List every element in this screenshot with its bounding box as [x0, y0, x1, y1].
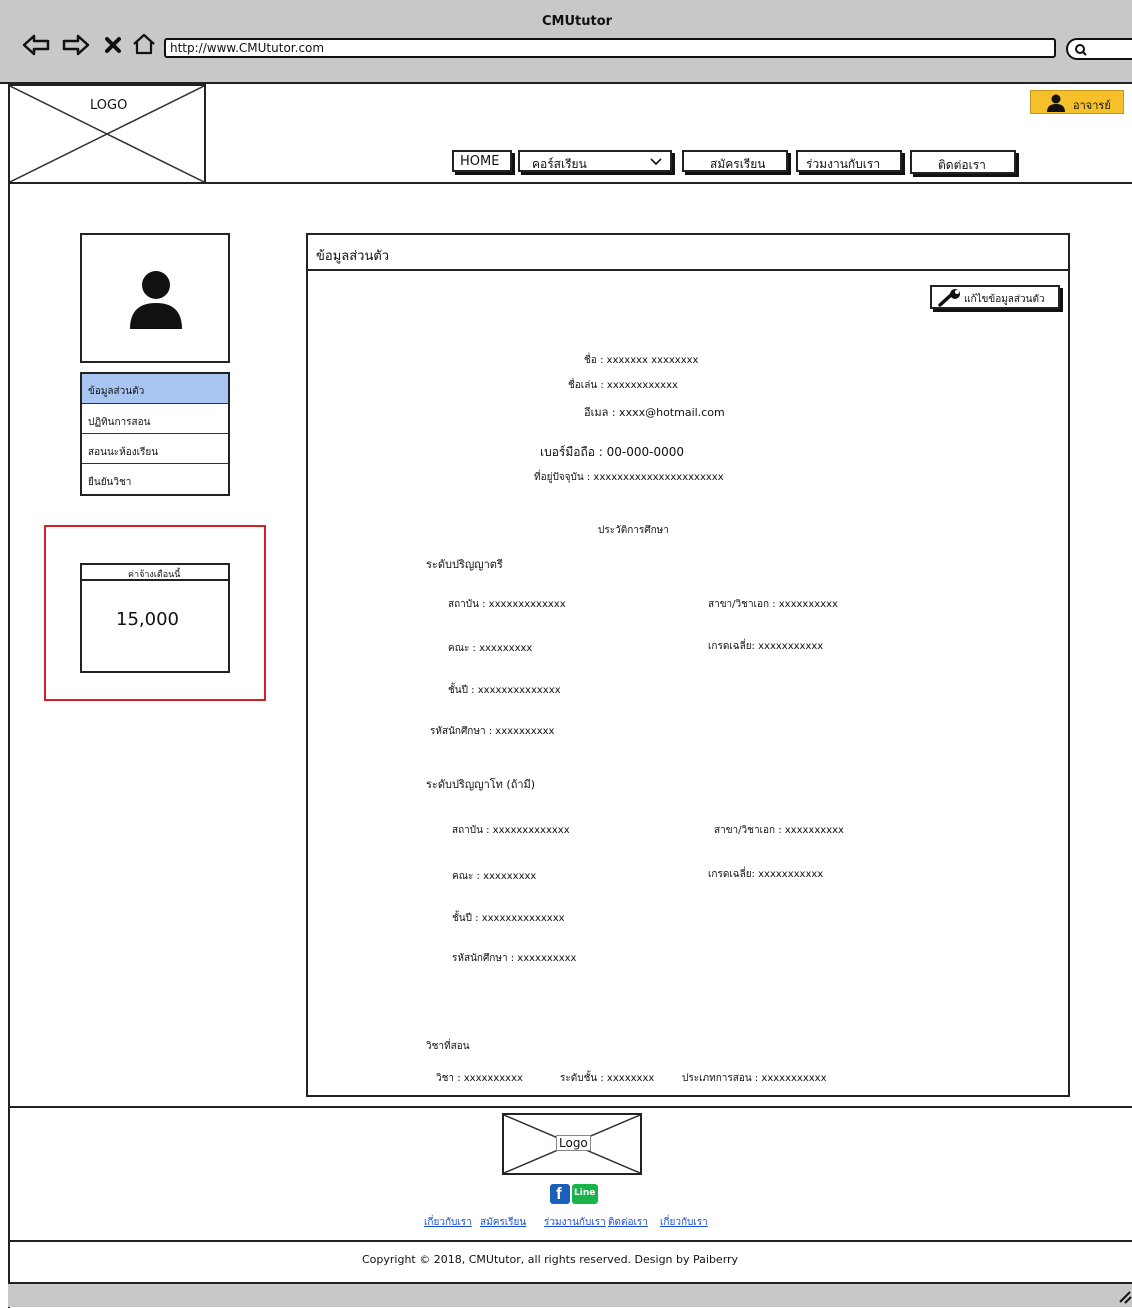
bachelor-faculty: คณะ : xxxxxxxxx: [448, 643, 533, 654]
footer-link-contact[interactable]: ติดต่อเรา: [608, 1215, 648, 1230]
panel-header: ข้อมูลส่วนตัว: [308, 235, 1068, 271]
home-icon[interactable]: [132, 33, 156, 55]
address-bar[interactable]: http://www.CMUtutor.com: [164, 38, 1056, 58]
nav-contact-label: ติดต่อเรา: [938, 158, 986, 172]
header-logo: LOGO: [8, 84, 206, 184]
wrench-icon: [938, 289, 960, 307]
master-institution: สถาบัน : xxxxxxxxxxxxx: [452, 825, 570, 836]
logo-label: LOGO: [88, 98, 130, 113]
footer-divider: [8, 1106, 1132, 1108]
line-icon[interactable]: Line: [572, 1184, 598, 1204]
status-bar: [8, 1282, 1132, 1307]
address-url: http://www.CMUtutor.com: [170, 41, 325, 55]
nav-partner-label: ร่วมงานกับเรา: [806, 157, 881, 171]
line-icon-label: Line: [574, 1188, 596, 1198]
edit-profile-button[interactable]: แก้ไขข้อมูลส่วนตัว: [930, 285, 1060, 309]
teaching-type: ประเภทการสอน : xxxxxxxxxxx: [682, 1073, 827, 1084]
bachelor-student-id: รหัสนักศึกษา : xxxxxxxxxx: [430, 726, 555, 737]
profile-address: ที่อยู่ปัจจุบัน : xxxxxxxxxxxxxxxxxxxxxx: [534, 472, 724, 483]
nav-home-label: HOME: [460, 154, 500, 169]
education-heading: ประวัติการศึกษา: [598, 525, 669, 536]
close-icon[interactable]: [104, 36, 122, 54]
sidebar-item-confirm[interactable]: ยืนยันวิชา: [82, 464, 228, 494]
forward-icon[interactable]: [62, 34, 90, 56]
sidebar-item-label: ยืนยันวิชา: [88, 477, 132, 488]
nav-courses-dropdown[interactable]: คอร์สเรียน: [518, 150, 672, 172]
bachelor-year: ชั้นปี : xxxxxxxxxxxxxx: [448, 685, 561, 696]
nav-partner[interactable]: ร่วมงานกับเรา: [796, 150, 902, 172]
footer-link-about[interactable]: เกี่ยวกับเรา: [424, 1215, 472, 1230]
sidebar-item-label: สอนนะห้องเรียน: [88, 447, 159, 458]
footer-link-about-2[interactable]: เกี่ยวกับเรา: [660, 1215, 708, 1230]
teaching-level: ระดับชั้น : xxxxxxxx: [560, 1073, 655, 1084]
user-icon: [1047, 94, 1065, 112]
nav-apply-label: สมัครเรียน: [710, 157, 766, 171]
search-box[interactable]: [1066, 38, 1132, 60]
bachelor-heading: ระดับปริญญาตรี: [426, 558, 503, 571]
profile-panel: ข้อมูลส่วนตัว แก้ไขข้อมูลส่วนตัว ชื่อ : …: [306, 233, 1070, 1097]
master-gpa: เกรดเฉลี่ย: xxxxxxxxxxx: [708, 869, 824, 880]
sidebar-item-classroom[interactable]: สอนนะห้องเรียน: [82, 434, 228, 464]
profile-photo: [80, 233, 230, 363]
sidebar-menu: ข้อมูลส่วนตัว ปฏิทินการสอน สอนนะห้องเรีย…: [80, 372, 230, 496]
edit-profile-label: แก้ไขข้อมูลส่วนตัว: [964, 294, 1045, 305]
window-title: CMUtutor: [542, 14, 613, 29]
footer-link-apply[interactable]: สมัครเรียน: [480, 1215, 526, 1230]
profile-name: ชื่อ : xxxxxxx xxxxxxxx: [584, 355, 699, 366]
facebook-icon[interactable]: f: [550, 1184, 570, 1204]
profile-phone: เบอร์มือถือ : 00-000-0000: [540, 445, 685, 459]
master-faculty: คณะ : xxxxxxxxx: [452, 871, 537, 882]
back-icon[interactable]: [22, 34, 50, 56]
master-year: ชั้นปี : xxxxxxxxxxxxxx: [452, 913, 565, 924]
footer-logo: Logo: [502, 1113, 642, 1175]
user-button[interactable]: อาจารย์: [1030, 90, 1124, 114]
income-card-header: ค่าจ้างเดือนนี้: [82, 565, 228, 581]
body-frame: [8, 184, 10, 1308]
income-card: ค่าจ้างเดือนนี้ 15,000: [80, 563, 230, 673]
master-heading: ระดับปริญญาโท (ถ้ามี): [426, 778, 536, 791]
profile-nickname: ชื่อเล่น : xxxxxxxxxxxx: [568, 380, 678, 391]
footer-link-partner[interactable]: ร่วมงานกับเรา: [544, 1215, 606, 1230]
search-icon: [1075, 44, 1087, 56]
bachelor-gpa: เกรดเฉลี่ย: xxxxxxxxxxx: [708, 641, 824, 652]
chevron-down-icon: [650, 158, 662, 166]
copyright-bar: [8, 1240, 1132, 1242]
teaching-subject: วิชา : xxxxxxxxxx: [436, 1073, 523, 1084]
nav-home[interactable]: HOME: [452, 150, 512, 172]
bachelor-institution: สถาบัน : xxxxxxxxxxxxx: [448, 599, 566, 610]
resize-handle-icon[interactable]: [1118, 1288, 1132, 1304]
sidebar-item-label: ปฏิทินการสอน: [88, 417, 151, 428]
copyright-text: Copyright © 2018, CMUtutor, all rights r…: [362, 1253, 739, 1266]
master-student-id: รหัสนักศึกษา : xxxxxxxxxx: [452, 953, 577, 964]
income-value: 15,000: [116, 609, 179, 630]
profile-email: อีเมล : xxxx@hotmail.com: [584, 406, 725, 419]
income-title: ค่าจ้างเดือนนี้: [128, 570, 181, 580]
sidebar-item-calendar[interactable]: ปฏิทินการสอน: [82, 404, 228, 434]
sidebar-item-label: ข้อมูลส่วนตัว: [88, 386, 145, 397]
avatar-icon: [130, 271, 182, 329]
user-button-label: อาจารย์: [1073, 99, 1111, 112]
teaching-heading: วิชาที่สอน: [426, 1041, 470, 1052]
panel-title: ข้อมูลส่วนตัว: [316, 249, 390, 264]
master-major: สาขา/วิชาเอก : xxxxxxxxxx: [714, 825, 844, 836]
nav-apply[interactable]: สมัครเรียน: [682, 150, 788, 172]
nav-contact[interactable]: ติดต่อเรา: [910, 150, 1016, 174]
footer-logo-label: Logo: [556, 1135, 591, 1151]
nav-courses-label: คอร์สเรียน: [532, 157, 587, 171]
sidebar-item-profile[interactable]: ข้อมูลส่วนตัว: [82, 374, 228, 404]
bachelor-major: สาขา/วิชาเอก : xxxxxxxxxx: [708, 599, 838, 610]
